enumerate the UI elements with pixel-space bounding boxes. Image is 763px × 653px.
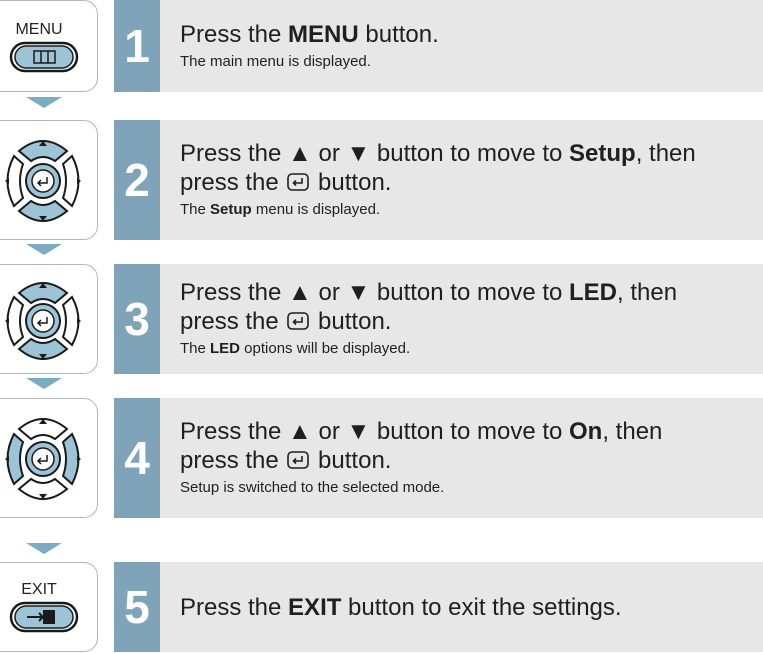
step-2-result: The Setup menu is displayed.	[180, 201, 381, 218]
step-3-instruction: Press the ▲ or ▼ button to move to LED, …	[180, 279, 678, 335]
step-2-content: Press the ▲ or ▼ button to move to Setup…	[160, 120, 763, 240]
dpad-all-directions-icon	[5, 282, 81, 360]
step-1-number: 1	[114, 0, 160, 92]
exit-button-icon	[9, 601, 79, 633]
step-3-result: The LED options will be displayed.	[180, 340, 411, 357]
step-3-content: Press the ▲ or ▼ button to move to LED, …	[160, 264, 763, 374]
step-4-number: 4	[114, 398, 160, 518]
step-1-content: Press the MENU button. The main menu is …	[160, 0, 763, 92]
enter-icon	[287, 450, 310, 469]
step-5-number: 5	[114, 562, 160, 652]
step-2-number: 2	[114, 120, 160, 240]
step-2-instruction: Press the ▲ or ▼ button to move to Setup…	[180, 140, 696, 196]
step-2-icon-panel	[0, 120, 98, 240]
enter-icon	[287, 172, 310, 191]
step-4-instruction: Press the ▲ or ▼ button to move to On, t…	[180, 418, 663, 474]
step-1-icon-panel: MENU	[0, 0, 98, 92]
step-4-result: Setup is switched to the selected mode.	[180, 479, 445, 496]
step-3-number: 3	[114, 264, 160, 374]
step-5-content: Press the EXIT button to exit the settin…	[160, 562, 763, 652]
menu-button-icon	[9, 41, 79, 73]
step-1-result: The main menu is displayed.	[180, 52, 371, 70]
dpad-left-right-icon	[5, 418, 81, 500]
down-arrow-icon	[26, 543, 62, 554]
step-4-content: Press the ▲ or ▼ button to move to On, t…	[160, 398, 763, 518]
down-arrow-icon	[26, 378, 62, 389]
step-4-icon-panel	[0, 398, 98, 518]
dpad-up-down-icon	[5, 140, 81, 222]
step-1-instruction: Press the MENU button.	[180, 20, 439, 48]
down-arrow-icon	[26, 244, 62, 255]
enter-icon	[287, 311, 310, 330]
step-5-icon-panel: EXIT	[0, 562, 98, 652]
down-arrow-icon	[26, 97, 62, 108]
step-5-instruction: Press the EXIT button to exit the settin…	[180, 593, 622, 621]
step-3-icon-panel	[0, 264, 98, 374]
